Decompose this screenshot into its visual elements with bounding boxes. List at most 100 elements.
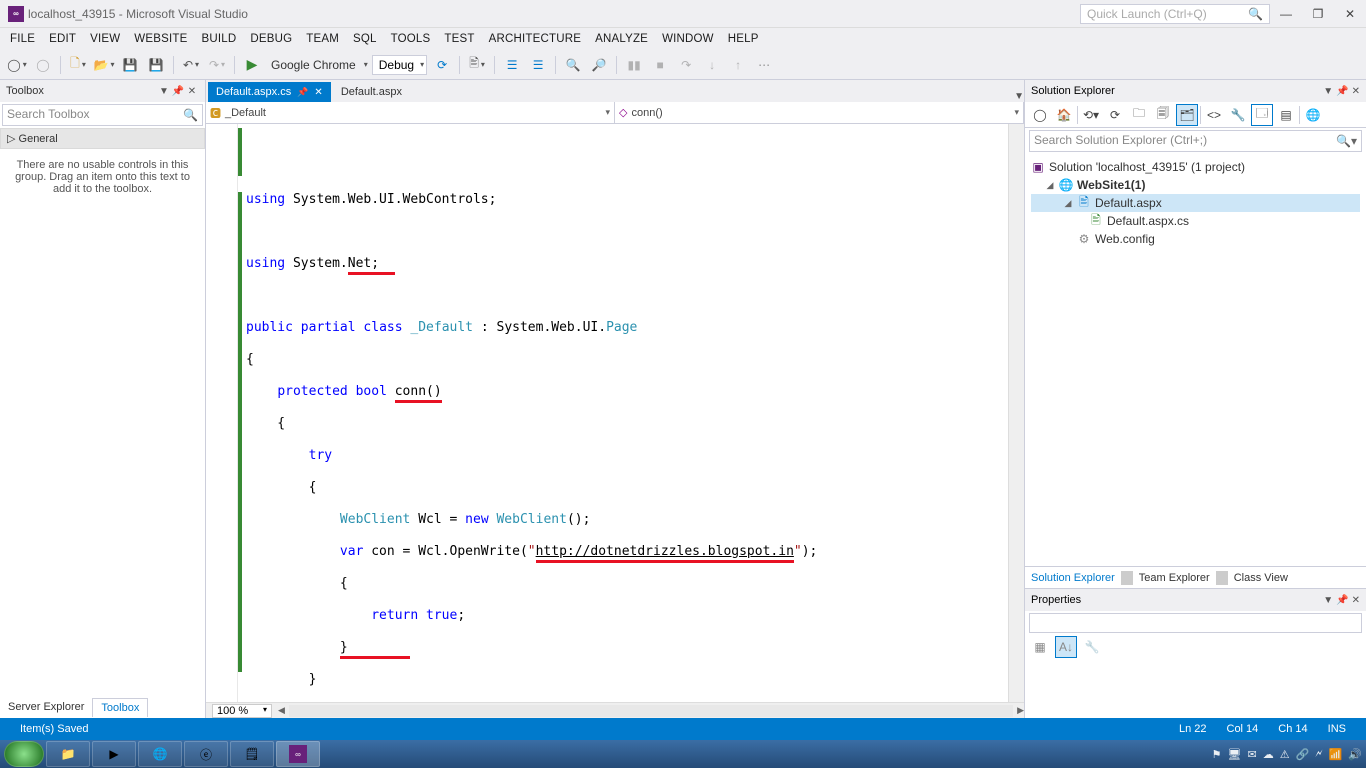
file-default-aspx[interactable]: ◢ 🖹 Default.aspx	[1031, 194, 1360, 212]
start-debug-button[interactable]: ▶	[241, 54, 263, 76]
dropdown-icon[interactable]: ▼	[1323, 595, 1333, 606]
properties-button[interactable]: 🔧	[1227, 104, 1249, 126]
solution-node[interactable]: ▣ Solution 'localhost_43915' (1 project)	[1031, 158, 1360, 176]
start-button[interactable]	[4, 741, 44, 767]
code-editor[interactable]: using System.Web.UI.WebControls; using S…	[206, 124, 1024, 702]
redo-button[interactable]: ↷	[206, 54, 228, 76]
menu-tools[interactable]: TOOLS	[391, 33, 431, 45]
tab-class-view[interactable]: Class View	[1228, 569, 1294, 587]
step-into-button[interactable]: ↓	[701, 54, 723, 76]
new-project-button[interactable]: 🗋	[67, 54, 89, 76]
menu-window[interactable]: WINDOW	[662, 33, 714, 45]
close-icon[interactable]: ✕	[1352, 86, 1360, 97]
web-publish-button[interactable]: 🌐	[1302, 104, 1324, 126]
menu-architecture[interactable]: ARCHITECTURE	[489, 33, 582, 45]
collapse-all-button[interactable]: 🗀	[1128, 104, 1150, 126]
pin-icon[interactable]: 📌	[171, 86, 185, 97]
taskbar-explorer[interactable]: 📁	[46, 741, 90, 767]
type-navigator[interactable]: 🅲 _Default	[206, 102, 615, 123]
dropdown-icon[interactable]: ▼	[157, 86, 171, 97]
stop-button[interactable]: ■	[649, 54, 671, 76]
step-out-button[interactable]: ↑	[727, 54, 749, 76]
menu-edit[interactable]: EDIT	[49, 33, 76, 45]
member-navigator[interactable]: ◇ conn()	[615, 102, 1024, 123]
file-web-config[interactable]: ⚙ Web.config	[1031, 230, 1360, 248]
back-button[interactable]: ◯	[6, 54, 28, 76]
taskbar-ie[interactable]: ⓔ	[184, 741, 228, 767]
solution-tree[interactable]: ▣ Solution 'localhost_43915' (1 project)…	[1025, 154, 1366, 566]
taskbar-chrome[interactable]: 🌐	[138, 741, 182, 767]
menu-website[interactable]: WEBSITE	[134, 33, 187, 45]
tab-solution-explorer[interactable]: Solution Explorer	[1025, 569, 1121, 587]
open-button[interactable]: 📂	[93, 54, 115, 76]
uncomment-button[interactable]: ☰	[527, 54, 549, 76]
zoom-combo[interactable]: 100 %▾	[212, 704, 272, 718]
tab-toolbox[interactable]: Toolbox	[92, 698, 148, 717]
close-button[interactable]: ✕	[1338, 4, 1362, 24]
browser-link-button[interactable]: ⟳	[431, 54, 453, 76]
save-button[interactable]: 💾	[119, 54, 141, 76]
pin-icon[interactable]: 📌	[1336, 595, 1348, 606]
refresh-button[interactable]: ⟳	[1104, 104, 1126, 126]
back-button[interactable]: ◯	[1029, 104, 1051, 126]
show-all-files-button[interactable]: 🗂	[1176, 104, 1198, 126]
property-pages-button[interactable]: 🔧	[1081, 636, 1103, 658]
categorized-button[interactable]: ▦	[1029, 636, 1051, 658]
browse-button[interactable]: 🖹	[466, 54, 488, 76]
taskbar-vs[interactable]: ∞	[276, 741, 320, 767]
menu-view[interactable]: VIEW	[90, 33, 120, 45]
preview-button[interactable]: 🗔	[1251, 104, 1273, 126]
tab-team-explorer[interactable]: Team Explorer	[1133, 569, 1216, 587]
code-view-button[interactable]: <>	[1203, 104, 1225, 126]
vertical-scrollbar[interactable]	[1008, 124, 1024, 702]
menu-analyze[interactable]: ANALYZE	[595, 33, 648, 45]
file-default-aspx-cs[interactable]: 🖹 Default.aspx.cs	[1031, 212, 1360, 230]
save-all-button[interactable]: 💾	[145, 54, 167, 76]
browser-select[interactable]: Google Chrome	[267, 58, 360, 72]
close-icon[interactable]: ✕	[185, 86, 199, 97]
project-node[interactable]: ◢ 🌐 WebSite1(1)	[1031, 176, 1360, 194]
forward-button[interactable]: ◯	[32, 54, 54, 76]
taskbar-notes[interactable]: 🗒	[230, 741, 274, 767]
menu-team[interactable]: TEAM	[306, 33, 339, 45]
menu-test[interactable]: TEST	[444, 33, 474, 45]
taskbar-media[interactable]: ▶	[92, 741, 136, 767]
horizontal-scrollbar[interactable]: 100 %▾ ◀ ▶	[206, 702, 1024, 718]
toolbox-search-input[interactable]: Search Toolbox 🔍	[2, 104, 203, 126]
properties-grid[interactable]	[1025, 659, 1366, 718]
config-dropdown[interactable]: Debug	[372, 55, 427, 75]
copy-button[interactable]: 🗐	[1152, 104, 1174, 126]
menu-sql[interactable]: SQL	[353, 33, 377, 45]
solution-search-input[interactable]: Search Solution Explorer (Ctrl+;) 🔍▾	[1029, 130, 1362, 152]
expand-icon[interactable]: ◢	[1045, 180, 1055, 191]
find-files-button[interactable]: 🔎	[588, 54, 610, 76]
close-icon[interactable]: ✕	[314, 87, 322, 98]
menu-build[interactable]: BUILD	[201, 33, 236, 45]
system-tray[interactable]: ⚑ 🖥 ✉ ☁ ⚠ 🔗 🗲 📶 🔊	[1212, 748, 1362, 761]
menu-file[interactable]: FILE	[10, 33, 35, 45]
menu-help[interactable]: HELP	[728, 33, 759, 45]
maximize-button[interactable]: ❐	[1306, 4, 1330, 24]
tab-server-explorer[interactable]: Server Explorer	[0, 698, 92, 716]
sync-button[interactable]: ⟲▾	[1080, 104, 1102, 126]
pin-icon[interactable]: 📌	[1336, 86, 1348, 97]
toolbar-options-button[interactable]: ⋯	[753, 54, 775, 76]
undo-button[interactable]: ↶	[180, 54, 202, 76]
close-icon[interactable]: ✕	[1352, 595, 1360, 606]
code-content[interactable]: using System.Web.UI.WebControls; using S…	[238, 124, 1008, 702]
home-button[interactable]: 🏠	[1053, 104, 1075, 126]
break-button[interactable]: ▮▮	[623, 54, 645, 76]
minimize-button[interactable]: —	[1274, 4, 1298, 24]
toolbox-category-general[interactable]: ▷ General	[0, 128, 205, 149]
nest-button[interactable]: ▤	[1275, 104, 1297, 126]
quick-launch-input[interactable]: Quick Launch (Ctrl+Q) 🔍	[1080, 4, 1270, 24]
dropdown-icon[interactable]: ▼	[1323, 86, 1333, 97]
tab-default-aspx[interactable]: Default.aspx	[333, 82, 410, 102]
properties-selector[interactable]	[1029, 613, 1362, 633]
alphabetical-button[interactable]: A↓	[1055, 636, 1077, 658]
tab-overflow-icon[interactable]: ▼	[1014, 91, 1024, 102]
comment-out-button[interactable]: ☰	[501, 54, 523, 76]
tab-default-aspx-cs[interactable]: Default.aspx.cs📌✕	[208, 82, 331, 102]
find-button[interactable]: 🔍	[562, 54, 584, 76]
menu-debug[interactable]: DEBUG	[250, 33, 292, 45]
